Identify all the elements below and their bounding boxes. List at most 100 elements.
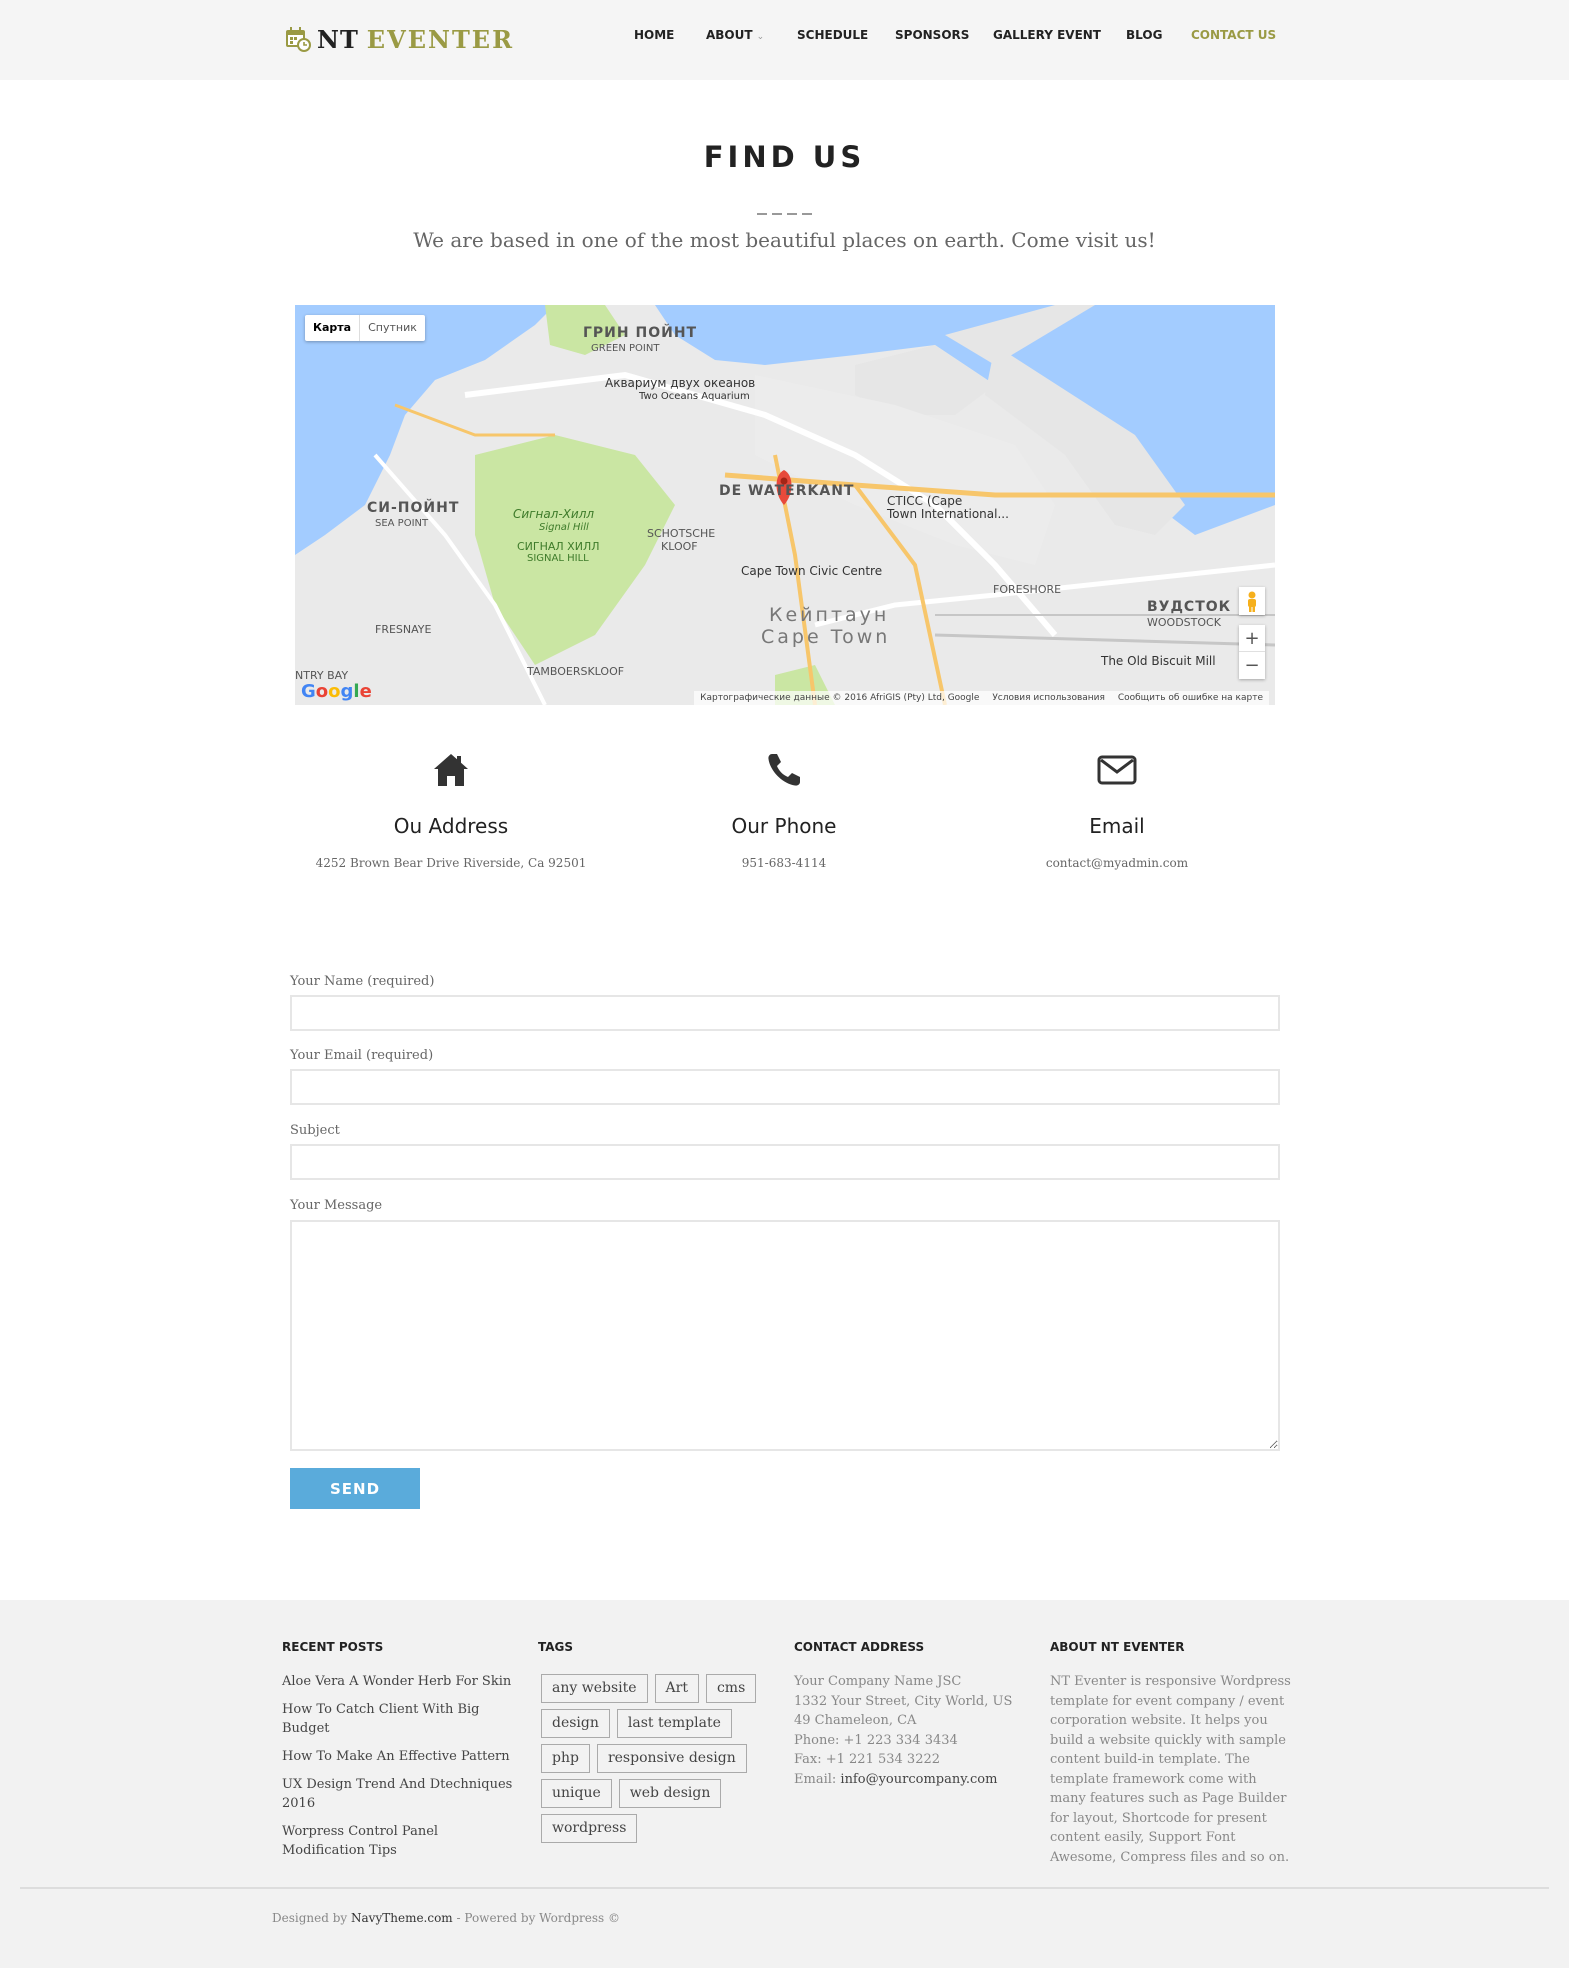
map-data-credit: Картографические данные © 2016 AfriGIS (… xyxy=(700,693,980,703)
phone-text: 951-683-4114 xyxy=(741,856,827,870)
subject-label: Subject xyxy=(290,1123,340,1138)
contact-city: 49 Chameleon, CA xyxy=(794,1713,917,1728)
map-label-kloof: KLOOF xyxy=(661,540,698,553)
tag-link[interactable]: unique xyxy=(541,1779,612,1808)
subject-field[interactable] xyxy=(290,1144,1280,1180)
nav-contact-us[interactable]: CONTACT US xyxy=(1191,28,1276,42)
street-view-pegman-icon[interactable] xyxy=(1239,587,1265,615)
phone-icon xyxy=(768,754,800,786)
message-label: Your Message xyxy=(290,1198,383,1213)
copyright-prefix: Designed by xyxy=(272,1911,352,1925)
contact-company: Your Company Name JSC xyxy=(794,1674,962,1689)
map-label-foreshore: FORESHORE xyxy=(993,583,1062,596)
tag-link[interactable]: responsive design xyxy=(596,1744,747,1773)
map-label-green-point: GREEN POINT xyxy=(591,343,660,354)
nav-schedule[interactable]: SCHEDULE xyxy=(797,28,868,42)
footer-divider xyxy=(20,1887,1549,1889)
site-header: NT EVENTER HOME ABOUT ⌄ SCHEDULE SPONSORS… xyxy=(0,0,1569,80)
tag-link[interactable]: php xyxy=(541,1744,590,1773)
map-type-toggle: Карта Спутник xyxy=(305,315,425,341)
nav-gallery-event[interactable]: GALLERY EVENT xyxy=(993,28,1101,42)
address-title: Ou Address xyxy=(393,814,509,838)
map-label-signal-hill-ru: Сигнал-Хилл xyxy=(513,507,595,521)
zoom-out-button[interactable]: − xyxy=(1239,652,1265,679)
nav-about-label: ABOUT xyxy=(706,28,753,42)
tag-link[interactable]: wordpress xyxy=(541,1814,638,1843)
navytheme-link[interactable]: NavyTheme.com xyxy=(351,1911,453,1925)
map-type-map-button[interactable]: Карта xyxy=(305,315,361,341)
map-report-link[interactable]: Сообщить об ошибке на карте xyxy=(1118,693,1263,703)
map-label-signal-hill: Signal Hill xyxy=(539,522,589,533)
tag-link[interactable]: web design xyxy=(618,1779,722,1808)
message-field[interactable] xyxy=(290,1220,1280,1451)
pegman-shape xyxy=(1248,591,1256,612)
nav-sponsors[interactable]: SPONSORS xyxy=(895,28,969,42)
zoom-in-button[interactable]: + xyxy=(1239,625,1265,652)
send-button[interactable]: SEND xyxy=(290,1468,420,1509)
email-field[interactable] xyxy=(290,1069,1280,1105)
recent-posts-heading: RECENT POSTS xyxy=(282,1640,384,1654)
map-label-capetown-ru: Кейптаун xyxy=(769,604,890,626)
contact-email-line: Email: info@yourcompany.com xyxy=(794,1770,1029,1790)
contact-address: Your Company Name JSC 1332 Your Street, … xyxy=(794,1672,1029,1789)
map-label-de-waterkant: DE WATERKANT xyxy=(719,483,855,499)
recent-post-link[interactable]: How To Make An Effective Pattern xyxy=(282,1747,517,1766)
map-label-sea-point: SEA POINT xyxy=(375,518,429,529)
map-zoom-control: + − xyxy=(1239,625,1265,679)
site-footer: RECENT POSTS Aloe Vera A Wonder Herb For… xyxy=(0,1600,1569,1968)
recent-post-link[interactable]: UX Design Trend And Dtechniques 2016 xyxy=(282,1775,517,1813)
tag-link[interactable]: cms xyxy=(705,1674,757,1703)
email-title: Email xyxy=(1089,814,1145,838)
page-title: FIND US xyxy=(703,140,866,174)
envelope-icon xyxy=(1097,755,1137,785)
title-divider xyxy=(757,213,813,215)
tag-link[interactable]: any website xyxy=(541,1674,648,1703)
about-heading: ABOUT NT EVENTER xyxy=(1050,1640,1185,1654)
recent-post-link[interactable]: How To Catch Client With Big Budget xyxy=(282,1700,517,1738)
google-map[interactable]: ГРИН ПОЙНТ GREEN POINT Аквариум двух оке… xyxy=(295,305,1275,705)
google-logo: Google xyxy=(301,681,372,702)
map-label-tamboerskloof: TAMBOERSKLOOF xyxy=(527,665,625,678)
map-terms-link[interactable]: Условия использования xyxy=(992,693,1105,703)
contact-address-heading: CONTACT ADDRESS xyxy=(794,1640,925,1654)
email-text: contact@myadmin.com xyxy=(1045,856,1189,870)
tag-cloud: any website Art cms design last template… xyxy=(538,1674,778,1849)
copyright-suffix: - Powered by Wordpress © xyxy=(452,1911,620,1925)
contact-phone: Phone: +1 223 334 3434 xyxy=(794,1732,958,1748)
nav-about[interactable]: ABOUT ⌄ xyxy=(706,28,764,42)
map-label-capetown: Cape Town xyxy=(761,626,891,648)
map-label-signal-hill2: SIGNAL HILL xyxy=(527,553,589,564)
email-label: Your Email (required) xyxy=(290,1048,434,1063)
map-label-schotsche: SCHOTSCHE xyxy=(647,527,716,540)
about-text: NT Eventer is responsive Wordpress templ… xyxy=(1050,1674,1291,1865)
recent-post-link[interactable]: Worpress Control Panel Modification Tips xyxy=(282,1822,517,1860)
map-type-satellite-button[interactable]: Спутник xyxy=(360,315,425,341)
nav-home[interactable]: HOME xyxy=(634,28,674,42)
recent-posts-list: Aloe Vera A Wonder Herb For Skin How To … xyxy=(282,1672,517,1869)
tags-heading: TAGS xyxy=(538,1640,574,1654)
phone-title: Our Phone xyxy=(731,814,837,838)
contact-street: 1332 Your Street, City World, US xyxy=(794,1693,1013,1709)
map-label-cticc2: Town International... xyxy=(887,507,1009,521)
copyright: Designed by NavyTheme.com - Powered by W… xyxy=(272,1911,620,1925)
map-label-woodstock-ru: ВУДСТОК xyxy=(1147,599,1232,615)
address-box: Ou Address 4252 Brown Bear Drive Riversi… xyxy=(301,750,601,870)
map-label-civic-centre: Cape Town Civic Centre xyxy=(741,564,883,578)
map-label-aquarium-ru: Аквариум двух океанов xyxy=(605,376,756,390)
chevron-down-icon: ⌄ xyxy=(756,32,765,42)
name-field[interactable] xyxy=(290,995,1280,1031)
tag-link[interactable]: design xyxy=(541,1709,610,1738)
nav-blog[interactable]: BLOG xyxy=(1126,28,1162,42)
map-attribution: Картографические данные © 2016 AfriGIS (… xyxy=(694,691,1269,705)
map-label-green-point-ru: ГРИН ПОЙНТ xyxy=(583,325,698,341)
name-label: Your Name (required) xyxy=(290,974,435,989)
contact-email-link[interactable]: info@yourcompany.com xyxy=(840,1772,997,1787)
map-label-fresnaye: FRESNAYE xyxy=(375,623,432,636)
map-label-aquarium: Two Oceans Aquarium xyxy=(639,391,750,402)
home-icon xyxy=(434,754,468,786)
recent-post-link[interactable]: Aloe Vera A Wonder Herb For Skin xyxy=(282,1672,517,1691)
tag-link[interactable]: last template xyxy=(616,1709,732,1738)
phone-box: Our Phone 951-683-4114 xyxy=(634,750,934,870)
tag-link[interactable]: Art xyxy=(654,1674,699,1703)
address-text: 4252 Brown Bear Drive Riverside, Ca 9250… xyxy=(315,856,587,870)
